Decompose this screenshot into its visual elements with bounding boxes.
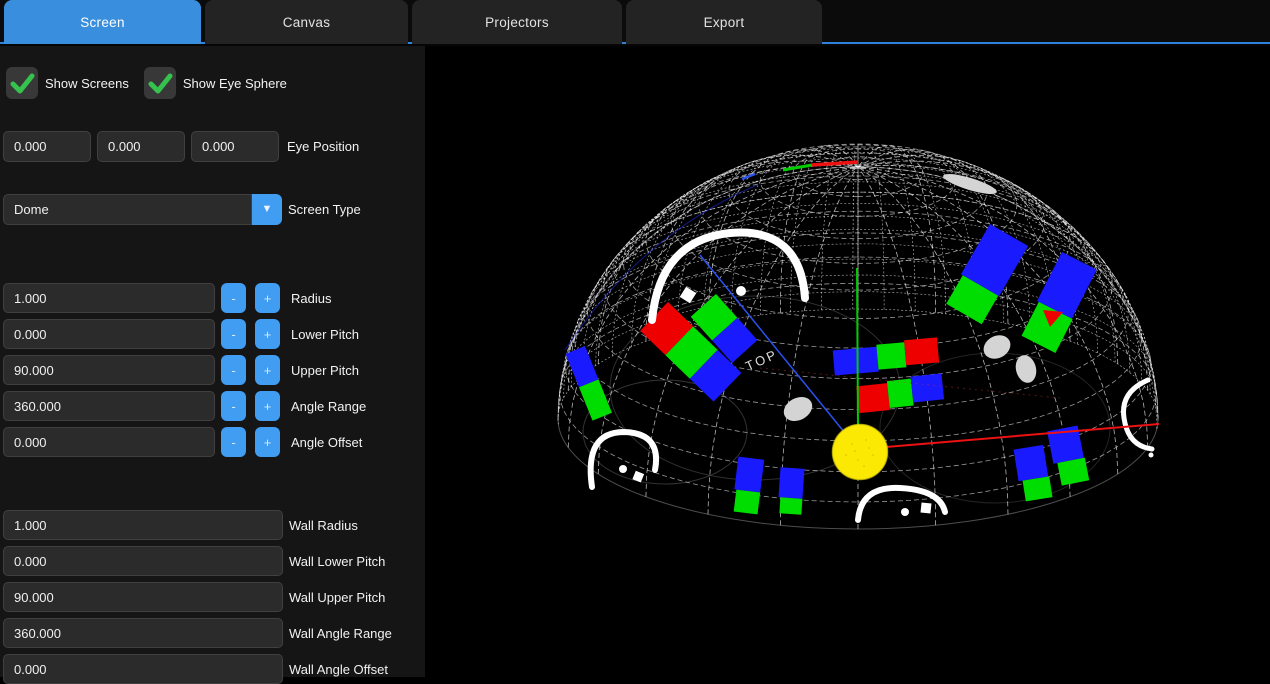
patch-pair-bottom-left-2 [777, 467, 804, 515]
lower-pitch-label: Lower Pitch [291, 327, 359, 342]
upper-pitch-input[interactable] [3, 355, 215, 385]
screen-type-dropdown-button[interactable]: ▼ [252, 194, 282, 225]
angle-offset-minus-button[interactable]: - [221, 427, 246, 457]
angle-offset-plus-button[interactable]: + [255, 427, 280, 457]
screen-type-label: Screen Type [288, 202, 361, 217]
show-screens-label: Show Screens [45, 76, 129, 91]
eye-position-x-input[interactable] [3, 131, 91, 162]
wall-angle-offset-row: Wall Angle Offset [3, 654, 425, 684]
upper-pitch-row: - + Upper Pitch [3, 355, 425, 385]
radius-label: Radius [291, 291, 331, 306]
angle-range-row: - + Angle Range [3, 391, 425, 421]
angle-range-label: Angle Range [291, 399, 366, 414]
wall-lower-pitch-input[interactable] [3, 546, 283, 576]
wall-lower-pitch-row: Wall Lower Pitch [3, 546, 425, 576]
angle-offset-label: Angle Offset [291, 435, 362, 450]
wall-angle-range-input[interactable] [3, 618, 283, 648]
show-eye-sphere-label: Show Eye Sphere [183, 76, 287, 91]
wall-angle-range-row: Wall Angle Range [3, 618, 425, 648]
checkbox-box [144, 67, 176, 99]
eye-position-row: Eye Position [3, 131, 425, 162]
wall-radius-label: Wall Radius [289, 518, 358, 533]
settings-panel: Show Screens Show Eye Sphere Eye Positio… [0, 46, 425, 677]
wall-lower-pitch-label: Wall Lower Pitch [289, 554, 385, 569]
tab-projectors[interactable]: Projectors [412, 0, 622, 44]
lower-pitch-row: - + Lower Pitch [3, 319, 425, 349]
angle-offset-row: - + Angle Offset [3, 427, 425, 457]
tab-canvas[interactable]: Canvas [205, 0, 408, 44]
wall-angle-offset-input[interactable] [3, 654, 283, 684]
wall-upper-pitch-row: Wall Upper Pitch [3, 582, 425, 612]
wall-angle-offset-label: Wall Angle Offset [289, 662, 388, 677]
show-eye-sphere-checkbox[interactable]: Show Eye Sphere [144, 67, 287, 99]
lower-pitch-minus-button[interactable]: - [221, 319, 246, 349]
screen-type-value: Dome [14, 202, 49, 217]
check-icon [7, 68, 37, 98]
y-axis-line [857, 268, 858, 430]
upper-pitch-minus-button[interactable]: - [221, 355, 246, 385]
viewport-3d[interactable]: TOP [425, 46, 1270, 677]
upper-pitch-plus-button[interactable]: + [255, 355, 280, 385]
radius-input[interactable] [3, 283, 215, 313]
wall-radius-input[interactable] [3, 510, 283, 540]
tab-bar: Screen Canvas Projectors Export [0, 0, 1270, 44]
angle-range-input[interactable] [3, 391, 215, 421]
wall-params: Wall Radius Wall Lower Pitch Wall Upper … [0, 510, 425, 684]
eye-position-y-input[interactable] [97, 131, 185, 162]
visibility-toggles: Show Screens Show Eye Sphere [6, 67, 425, 99]
radius-row: - + Radius [3, 283, 425, 313]
wall-angle-range-label: Wall Angle Range [289, 626, 392, 641]
radius-plus-button[interactable]: + [255, 283, 280, 313]
screen-type-select[interactable]: Dome [3, 194, 252, 225]
check-icon [145, 68, 175, 98]
eye-position-label: Eye Position [287, 139, 359, 154]
angle-range-plus-button[interactable]: + [255, 391, 280, 421]
wall-upper-pitch-label: Wall Upper Pitch [289, 590, 385, 605]
eye-sphere [833, 425, 888, 480]
dropdown-arrow-icon: ▼ [262, 204, 273, 215]
dome-render: TOP [425, 46, 1270, 677]
angle-offset-input[interactable] [3, 427, 215, 457]
checkbox-box [6, 67, 38, 99]
screen-type-row: Dome ▼ Screen Type [3, 194, 425, 225]
radius-minus-button[interactable]: - [221, 283, 246, 313]
tab-screen[interactable]: Screen [4, 0, 201, 44]
lower-pitch-input[interactable] [3, 319, 215, 349]
app-window: Screen Canvas Projectors Export Show Scr… [0, 0, 1270, 677]
tab-export[interactable]: Export [626, 0, 822, 44]
lower-pitch-plus-button[interactable]: + [255, 319, 280, 349]
show-screens-checkbox[interactable]: Show Screens [6, 67, 129, 99]
upper-pitch-label: Upper Pitch [291, 363, 359, 378]
eye-position-z-input[interactable] [191, 131, 279, 162]
wall-radius-row: Wall Radius [3, 510, 425, 540]
dome-params: - + Radius - + Lower Pitch - + Upper Pit… [0, 283, 425, 457]
wall-upper-pitch-input[interactable] [3, 582, 283, 612]
angle-range-minus-button[interactable]: - [221, 391, 246, 421]
